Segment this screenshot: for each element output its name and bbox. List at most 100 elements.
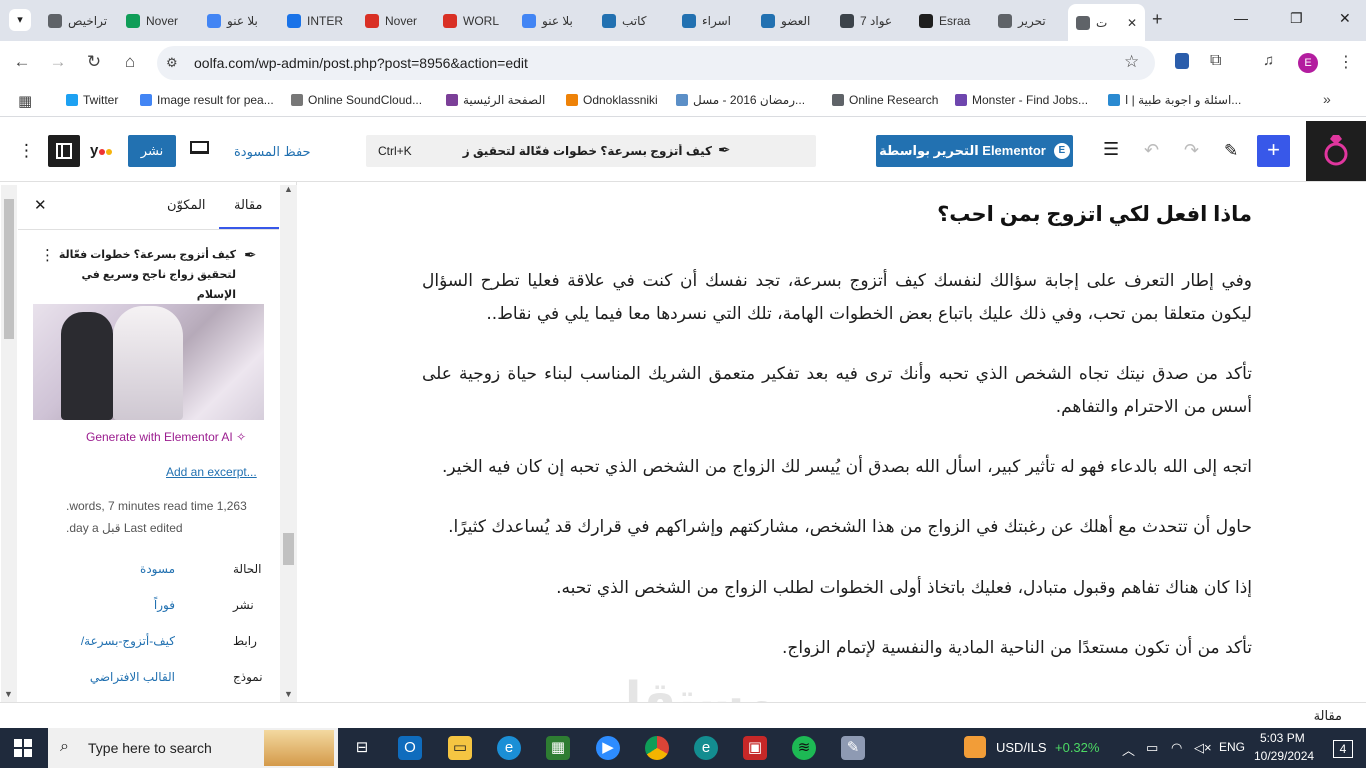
browser-tab[interactable]: تراخيص [40, 6, 115, 35]
add-excerpt-link[interactable]: Add an excerpt... [166, 465, 257, 479]
currency-pair[interactable]: USD/ILS [996, 740, 1047, 755]
summary-row-value[interactable]: فوراً [154, 598, 175, 612]
paragraph-5[interactable]: إذا كان هناك تفاهم وقبول متبادل، فعليك ب… [422, 572, 1252, 605]
paragraph-2[interactable]: تأكد من صدق نيتك تجاه الشخص الذي تحبه وأ… [422, 358, 1252, 424]
store-icon[interactable]: ▦ [546, 736, 570, 760]
footer-breadcrumb[interactable]: مقالة [1314, 708, 1342, 724]
battery-icon[interactable]: ▭ [1146, 740, 1158, 756]
site-info-icon[interactable]: ⚙ [166, 55, 178, 71]
browser-tab[interactable]: Nover [118, 6, 196, 35]
tab-post[interactable]: مقالة [234, 190, 262, 230]
forward-icon[interactable]: → [48, 52, 68, 72]
command-title[interactable]: كيف أتزوج بسرعة؟ خطوات فعّالة لتحقيق زوا… [462, 144, 712, 158]
settings-sidebar-toggle[interactable] [48, 135, 80, 167]
bookmark-item[interactable]: اسئلة و اجوبة طبية | ا... [1108, 93, 1241, 107]
tab-block[interactable]: المكوّن [167, 190, 206, 230]
outlook-icon[interactable]: O [398, 736, 422, 760]
restore-button[interactable]: ❐ [1290, 10, 1303, 27]
clock-time[interactable]: 5:03 PM [1260, 731, 1305, 745]
summary-row-value[interactable]: القالب الافتراضي [90, 670, 175, 684]
edge-alt-icon[interactable]: e [694, 736, 718, 760]
spotify-icon[interactable]: ≋ [792, 736, 816, 760]
content-heading[interactable]: ماذا افعل لكي اتزوج بمن احب؟ [937, 202, 1252, 227]
task-view-icon[interactable]: ⊟ [350, 736, 374, 760]
minimize-button[interactable]: — [1234, 10, 1248, 26]
scroll-down-arrow[interactable]: ▼ [284, 689, 293, 699]
browser-tab[interactable]: كاتب [594, 6, 670, 35]
site-logo[interactable] [1306, 121, 1366, 181]
apps-grid-icon[interactable]: ▦ [18, 92, 32, 110]
scroll-up-arrow[interactable]: ▲ [284, 184, 293, 194]
bookmark-item[interactable]: Monster - Find Jobs... [955, 93, 1088, 107]
browser-tab[interactable]: اسراء [674, 6, 749, 35]
browser-tab[interactable]: Nover [357, 6, 431, 35]
close-sidebar-icon[interactable]: ✕ [34, 196, 47, 214]
preview-device-icon[interactable] [190, 141, 209, 154]
profile-avatar[interactable]: E [1298, 53, 1318, 73]
url-text[interactable]: oolfa.com/wp-admin/post.php?post=8956&ac… [194, 55, 528, 71]
file-explorer-icon[interactable]: ▭ [448, 736, 472, 760]
extensions-puzzle-icon[interactable]: ⧉ [1210, 52, 1221, 70]
options-menu-icon[interactable]: ⋮ [18, 141, 35, 161]
summary-row-value[interactable]: /كيف-أتزوج-بسرعة [81, 634, 175, 648]
tab-search-button[interactable]: ▾ [9, 9, 31, 31]
paragraph-6[interactable]: تأكد من أن تكون مستعدًا من الناحية الماد… [422, 632, 1252, 665]
browser-tab[interactable]: Esraa [911, 6, 986, 35]
bookmarks-overflow-icon[interactable]: » [1323, 91, 1331, 107]
paint-icon[interactable]: ✎ [841, 736, 865, 760]
bookmark-item[interactable]: Twitter [66, 93, 118, 107]
show-hidden-icons[interactable]: ︿ [1122, 740, 1135, 759]
browser-tab[interactable]: تحرير [990, 6, 1064, 35]
publish-button[interactable]: نشر [128, 135, 176, 167]
volume-icon[interactable]: ◁× [1194, 740, 1212, 756]
wifi-icon[interactable]: ◠ [1171, 740, 1182, 756]
summary-row-value[interactable]: مسودة [140, 562, 175, 576]
paragraph-4[interactable]: حاول أن تتحدث مع أهلك عن رغبتك في الزواج… [422, 511, 1252, 544]
save-draft-button[interactable]: حفظ المسودة [234, 144, 311, 160]
language-indicator[interactable]: ENG [1219, 740, 1245, 754]
new-tab-button[interactable]: + [1152, 9, 1163, 30]
browser-tab[interactable]: INTER [279, 6, 353, 35]
redo-icon[interactable]: ↷ [1184, 140, 1199, 161]
browser-menu-icon[interactable]: ⋮ [1338, 52, 1354, 72]
bookmark-item[interactable]: Odnoklassniki [566, 93, 658, 107]
browser-tab[interactable]: العضو [753, 6, 828, 35]
chrome-icon[interactable] [645, 736, 669, 760]
browser-tab[interactable]: WORL [435, 6, 510, 35]
close-window-button[interactable]: ✕ [1339, 10, 1351, 27]
paragraph-1[interactable]: وفي إطار التعرف على إجابة سؤالك لنفسك كي… [422, 265, 1252, 331]
browser-tab[interactable]: بلا عنو [199, 6, 275, 35]
sb-scroll-down-arrow[interactable]: ▼ [4, 689, 13, 699]
sidebar-scroll-thumb[interactable] [4, 199, 14, 339]
content-scrollbar[interactable] [280, 185, 297, 702]
generate-ai-link[interactable]: Generate with Elementor AI ✧ [86, 430, 246, 444]
edge-icon[interactable]: e [497, 736, 521, 760]
yoast-seo-icon[interactable]: y [90, 142, 113, 159]
extension-icon[interactable] [1175, 53, 1189, 69]
notifications-badge[interactable]: 4 [1333, 740, 1353, 758]
zoom-icon[interactable]: ▶ [596, 736, 620, 760]
bookmark-item[interactable]: Online SoundCloud... [291, 93, 422, 107]
undo-icon[interactable]: ↶ [1144, 140, 1159, 161]
close-tab-icon[interactable]: ✕ [1127, 16, 1137, 30]
paragraph-3[interactable]: اتجه إلى الله بالدعاء فهو له تأثير كبير،… [422, 451, 1252, 484]
bookmark-star-icon[interactable]: ☆ [1124, 52, 1139, 72]
bookmark-item[interactable]: Image result for pea... [140, 93, 274, 107]
media-control-icon[interactable]: ♫ [1263, 52, 1274, 69]
edit-with-elementor-button[interactable]: التحرير بواسطة Elementor E [876, 135, 1073, 167]
media-app-icon[interactable]: ▣ [743, 736, 767, 760]
browser-tab[interactable]: بلا عنو [514, 6, 590, 35]
bookmark-item[interactable]: رمضان 2016 - مسل... [676, 93, 805, 107]
reload-icon[interactable]: ↻ [84, 52, 104, 72]
browser-tab[interactable]: 7 عواد [832, 6, 907, 35]
content-scroll-thumb[interactable] [283, 533, 294, 565]
edit-pencil-icon[interactable]: ✎ [1224, 141, 1238, 161]
start-button[interactable] [14, 739, 32, 757]
featured-image[interactable] [33, 304, 264, 420]
post-options-icon[interactable]: ⋮ [40, 246, 55, 264]
document-overview-icon[interactable]: ☰ [1103, 139, 1119, 160]
bookmark-item[interactable]: Online Research [832, 93, 938, 107]
home-icon[interactable]: ⌂ [120, 52, 140, 72]
add-block-button[interactable]: + [1257, 135, 1290, 167]
browser-tab[interactable]: ت ✕ [1068, 4, 1145, 41]
